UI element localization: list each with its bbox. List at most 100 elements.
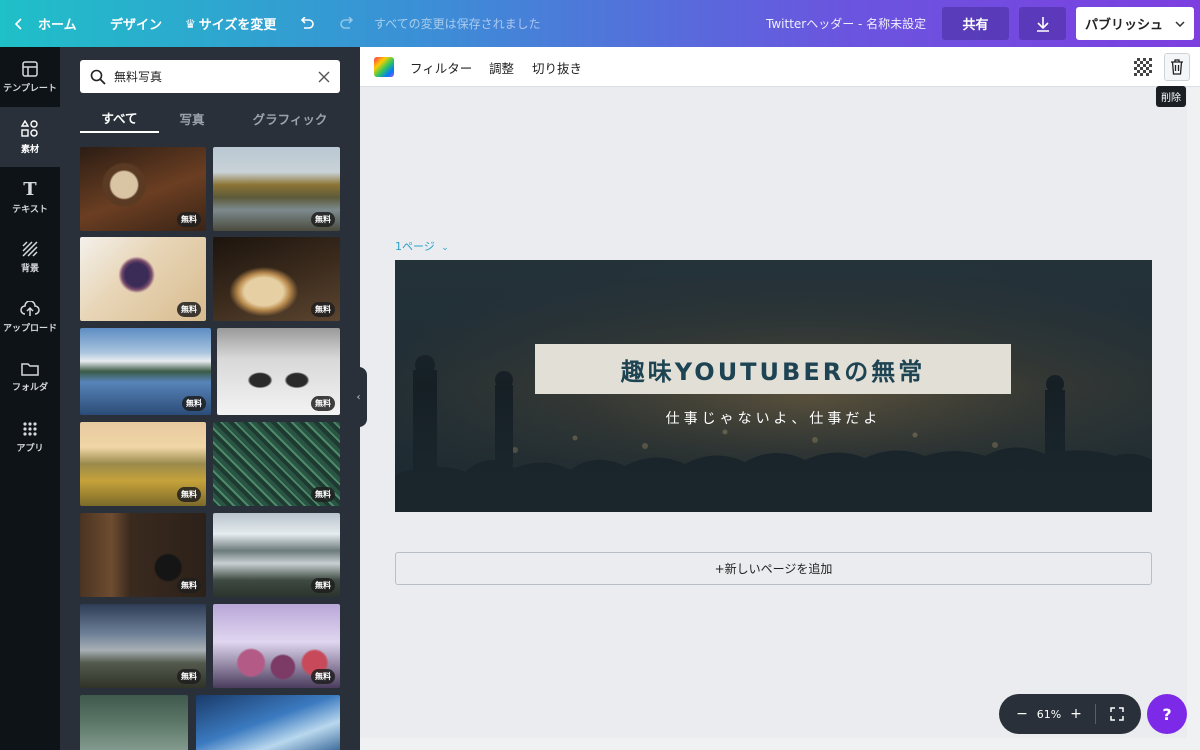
publish-button[interactable]: パブリッシュ [1076, 7, 1194, 40]
zoom-out-button[interactable]: − [1011, 694, 1033, 734]
nav-elements[interactable]: 素材 [0, 107, 60, 167]
nav-upload[interactable]: アップロード [0, 287, 60, 347]
folder-icon [21, 362, 39, 376]
free-badge: 無料 [177, 578, 201, 593]
collapse-panel-button[interactable]: ‹ [350, 367, 367, 427]
download-icon [1036, 16, 1049, 32]
nav-templates-label: テンプレート [3, 83, 57, 94]
divider [1095, 704, 1096, 724]
fullscreen-button[interactable] [1105, 694, 1129, 734]
thumbnail-mountain-valley[interactable]: 無料 [213, 513, 340, 597]
header-title: 趣味YOUTUBERの無常 [620, 357, 926, 386]
tab-photos[interactable]: 写真 [162, 103, 222, 133]
crown-icon: ♛ [185, 16, 196, 31]
thumbnail-lake-road[interactable]: 無料 [213, 147, 340, 231]
header-title-box[interactable]: 趣味YOUTUBERの無常 [535, 344, 1011, 394]
design-canvas[interactable]: 趣味YOUTUBERの無常 仕事じゃないよ、仕事だよ [395, 260, 1152, 512]
color-picker-icon[interactable] [374, 57, 394, 77]
resize-button[interactable]: ♛ サイズを変更 [185, 0, 276, 47]
delete-tooltip: 削除 [1156, 86, 1186, 107]
thumbnail-desk-items[interactable]: 無料 [80, 513, 206, 597]
nav-background[interactable]: 背景 [0, 227, 60, 287]
apps-grid-icon [23, 421, 37, 436]
delete-button[interactable] [1164, 53, 1190, 81]
free-badge: 無料 [311, 487, 335, 502]
shapes-icon [21, 119, 38, 137]
share-button[interactable]: 共有 [942, 7, 1009, 40]
redo-button[interactable] [339, 0, 355, 47]
thumbnail-bread[interactable]: 無料 [213, 237, 340, 321]
nav-elements-label: 素材 [20, 144, 39, 155]
help-icon: ? [1162, 704, 1172, 724]
free-badge: 無料 [177, 669, 201, 684]
undo-button[interactable] [299, 0, 315, 47]
elements-panel: 無料写真 すべて 写真 グラフィック 無料 無料 無料 無料 無料 無料 無料 … [60, 47, 360, 750]
home-button[interactable]: ホーム [14, 0, 77, 47]
clear-icon[interactable] [318, 71, 330, 83]
thumbnail-salad-bowl[interactable]: 無料 [80, 237, 206, 321]
chevron-down-icon: ⌄ [441, 243, 449, 253]
page-label[interactable]: 1ページ ⌄ [395, 238, 449, 254]
resize-label: サイズを変更 [198, 18, 277, 33]
zoom-level[interactable]: 61% [1035, 694, 1063, 734]
panel-tabs: すべて 写真 グラフィック [80, 103, 340, 133]
help-button[interactable]: ? [1147, 694, 1187, 734]
horizontal-scrollbar[interactable] [360, 738, 1187, 750]
free-badge: 無料 [311, 669, 335, 684]
nav-folder[interactable]: フォルダ [0, 347, 60, 407]
template-icon [22, 60, 38, 77]
chevron-left-icon [14, 17, 22, 30]
chevron-left-small-icon: ‹ [356, 391, 361, 403]
nav-background-label: 背景 [20, 263, 39, 274]
free-badge: 無料 [311, 212, 335, 227]
thumbnail-boots[interactable]: 無料 [217, 328, 340, 415]
thumbnail-wave[interactable] [196, 695, 340, 750]
thumbnail-berries[interactable]: 無料 [213, 604, 340, 688]
crop-button[interactable]: 切り抜き [532, 47, 582, 87]
tab-graphics[interactable]: グラフィック [240, 103, 340, 133]
undo-icon [300, 16, 314, 29]
left-nav: テンプレート 素材 T テキスト 背景 アップロード フォルダ アプリ [0, 47, 60, 750]
thumbnail-fern[interactable]: 無料 [213, 422, 340, 506]
search-input[interactable]: 無料写真 [80, 60, 340, 93]
design-menu[interactable]: デザイン [110, 0, 162, 47]
free-badge: 無料 [177, 302, 201, 317]
free-badge: 無料 [177, 212, 201, 227]
zoom-in-button[interactable]: + [1065, 694, 1087, 734]
cloud-upload-icon [20, 300, 40, 316]
tab-all[interactable]: すべて [80, 103, 159, 133]
trash-icon [1171, 59, 1183, 75]
nav-templates[interactable]: テンプレート [0, 47, 60, 107]
background-icon [22, 240, 38, 257]
filter-button[interactable]: フィルター [410, 47, 472, 87]
free-badge: 無料 [311, 396, 335, 411]
nav-text-label: テキスト [12, 205, 48, 215]
free-badge: 無料 [311, 302, 335, 317]
search-icon [90, 69, 106, 85]
free-badge: 無料 [177, 487, 201, 502]
top-bar: ホーム デザイン ♛ サイズを変更 すべての変更は保存されました Twitter… [0, 0, 1200, 47]
adjust-button[interactable]: 調整 [489, 47, 514, 87]
chevron-down-icon [1175, 20, 1185, 27]
transparency-icon[interactable] [1134, 58, 1152, 76]
plus-icon: + [1070, 706, 1082, 722]
header-subtitle[interactable]: 仕事じゃないよ、仕事だよ [395, 408, 1152, 428]
thumbnail-mountain-lake[interactable]: 無料 [80, 328, 211, 415]
download-button[interactable] [1019, 7, 1066, 40]
nav-text[interactable]: T テキスト [0, 167, 60, 227]
redo-icon [340, 16, 354, 29]
fullscreen-icon [1110, 707, 1124, 721]
thumbnail-balloons-valley[interactable]: 無料 [80, 422, 206, 506]
vertical-scrollbar[interactable] [1187, 87, 1200, 750]
nav-apps-label: アプリ [16, 443, 44, 454]
document-title[interactable]: Twitterヘッダー - 名称未設定 [766, 0, 926, 47]
thumbnail-road-field[interactable]: 無料 [80, 604, 206, 688]
thumbnail-coffee[interactable]: 無料 [80, 147, 206, 231]
home-label: ホーム [38, 18, 77, 33]
add-page-button[interactable]: +新しいページを追加 [395, 552, 1152, 585]
nav-apps[interactable]: アプリ [0, 407, 60, 467]
zoom-controls: − 61% + [999, 694, 1141, 734]
search-value: 無料写真 [114, 70, 163, 84]
thumbnail-forest[interactable] [80, 695, 188, 750]
free-badge: 無料 [182, 396, 206, 411]
